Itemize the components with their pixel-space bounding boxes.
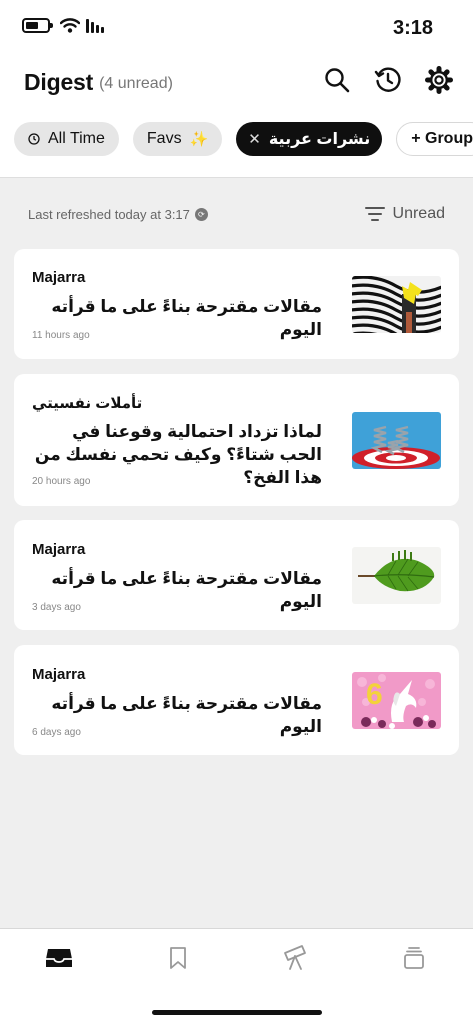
zebra-pattern-image	[352, 276, 441, 333]
page-title: Digest	[24, 68, 94, 95]
status-time: 3:18	[392, 17, 433, 39]
clock-icon	[28, 133, 40, 145]
green-leaf-image	[352, 547, 441, 604]
card-source: Majarra	[32, 666, 86, 683]
unicorn-pink-image: 6	[352, 672, 441, 729]
battery-icon	[22, 18, 53, 33]
status-bar: 3:18	[0, 0, 473, 56]
card-source: تأملات نفسيتي	[32, 395, 143, 412]
svg-text:6: 6	[366, 678, 383, 711]
refresh-icon[interactable]: ⟳	[194, 207, 208, 221]
digest-card[interactable]: Majarra مقالات مقترحة بناءً على ما قرأته…	[14, 249, 459, 359]
status-icons	[22, 18, 104, 33]
springs-target-image	[352, 412, 441, 469]
search-icon	[325, 68, 350, 93]
unread-filter-button[interactable]: Unread	[364, 205, 445, 223]
tab-inbox[interactable]	[44, 943, 74, 973]
header-actions	[323, 64, 453, 96]
page-header: Digest (4 unread)	[24, 64, 453, 100]
bookmark-icon	[170, 947, 186, 969]
search-button[interactable]	[323, 64, 351, 96]
chip-arabic-newsletters[interactable]: نشرات عربية ✕	[236, 122, 383, 156]
card-age: 3 days ago	[32, 602, 81, 613]
card-source: Majarra	[32, 541, 86, 558]
card-age: 6 days ago	[32, 727, 81, 738]
history-button[interactable]	[374, 64, 402, 96]
digest-card[interactable]: Majarra مقالات مقترحة بناءً على ما قرأته…	[14, 520, 459, 630]
top-panel: 3:18 Digest (4 unread) All Time Favs ✨ ن…	[0, 0, 473, 178]
refresh-row: Last refreshed today at 3:17 ⟳ Unread	[28, 202, 445, 226]
digest-card[interactable]: Majarra مقالات مقترحة بناءً على ما قرأته…	[14, 645, 459, 755]
wifi-icon	[60, 18, 80, 33]
tab-bar	[0, 928, 473, 1024]
chip-all-time-label: All Time	[48, 130, 105, 147]
last-refreshed: Last refreshed today at 3:17 ⟳	[28, 207, 208, 222]
tab-library[interactable]	[399, 943, 429, 973]
stack-icon	[404, 947, 424, 969]
chip-favs-label: Favs	[146, 130, 182, 147]
chip-all-time[interactable]: All Time	[14, 122, 119, 156]
close-icon[interactable]: ✕	[248, 130, 261, 148]
add-group-label: + Group	[411, 130, 473, 147]
card-age: 11 hours ago	[32, 330, 90, 341]
last-refreshed-text: Last refreshed today at 3:17	[28, 206, 190, 222]
digest-card[interactable]: تأملات نفسيتي لماذا تزداد احتمالية وقوعن…	[14, 374, 459, 506]
home-indicator	[152, 1010, 322, 1015]
chip-arabic-label: نشرات عربية	[268, 131, 371, 148]
filter-chips: All Time Favs ✨ نشرات عربية ✕ + Group	[14, 122, 473, 156]
signal-icon	[86, 18, 104, 33]
filter-icon	[364, 207, 385, 221]
unread-filter-label: Unread	[392, 205, 445, 222]
settings-icon	[425, 66, 453, 94]
telescope-icon	[284, 945, 306, 970]
add-group-button[interactable]: + Group	[396, 122, 473, 156]
unread-count: (4 unread)	[99, 74, 173, 92]
chip-favs[interactable]: Favs ✨	[132, 122, 223, 156]
tab-bookmarks[interactable]	[163, 943, 193, 973]
tab-discover[interactable]	[281, 943, 311, 973]
settings-button[interactable]	[425, 64, 453, 96]
inbox-icon	[46, 949, 72, 967]
sparkle-icon: ✨	[189, 131, 209, 148]
card-age: 20 hours ago	[32, 476, 91, 487]
card-source: Majarra	[32, 269, 86, 286]
history-icon	[374, 67, 401, 92]
